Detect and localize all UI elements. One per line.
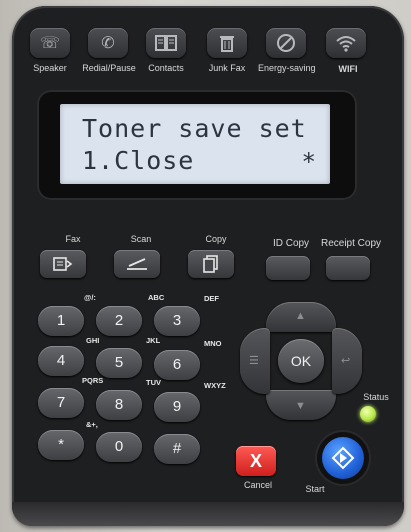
key-3-hint: DEF [204, 294, 219, 303]
key-8-hint: TUV [146, 378, 161, 387]
key-2[interactable]: 2 [96, 306, 142, 336]
scan-label: Scan [130, 234, 152, 244]
key-4-hint: GHI [86, 336, 100, 345]
start-diamond-icon [331, 446, 355, 470]
copy-label: Copy [205, 234, 227, 244]
trash-icon [220, 36, 234, 52]
key-7[interactable]: 7 [38, 388, 84, 418]
key-star-hint: &+, [86, 420, 98, 429]
key-1-hint: @/: [84, 293, 96, 302]
key-6-hint: MNO [204, 339, 222, 348]
energy-saving-label: Energy-saving [258, 63, 316, 73]
lcd-display: Toner save set 1.Close * [60, 104, 330, 184]
ok-button[interactable]: OK [278, 339, 324, 383]
navigation-pad: ▲ ▼ ☰ ↩ OK [240, 302, 362, 420]
receipt-copy-button[interactable] [326, 256, 370, 280]
junk-fax-button[interactable] [207, 28, 247, 58]
start-label: Start [305, 484, 325, 494]
id-copy-label: ID Copy [272, 238, 310, 249]
key-8[interactable]: 8 [96, 390, 142, 420]
key-1[interactable]: 1 [38, 306, 84, 336]
phone-icon: ☏ [39, 35, 60, 52]
scan-icon [127, 258, 147, 270]
receipt-copy-label: Receipt Copy [320, 238, 382, 249]
contacts-label: Contacts [148, 63, 184, 73]
lcd-selection-marker: * [301, 148, 316, 176]
speaker-button[interactable]: ☏ [30, 28, 70, 58]
key-7-hint: PQRS [82, 376, 104, 385]
fax-icon [53, 257, 73, 271]
leaf-icon [277, 34, 295, 52]
book-icon [155, 35, 177, 51]
wifi-button[interactable] [326, 28, 366, 58]
redial-pause-button[interactable]: ✆ [88, 28, 128, 58]
panel-bottom-edge [12, 502, 404, 526]
key-5-hint: JKL [146, 336, 161, 345]
nav-down-button[interactable]: ▼ [266, 390, 336, 420]
scan-button[interactable] [114, 250, 160, 278]
start-button[interactable] [322, 437, 364, 479]
nav-up-button[interactable]: ▲ [266, 302, 336, 332]
back-arrow-icon: ↩ [341, 355, 351, 367]
status-led-indicator [360, 406, 376, 422]
redial-phone-icon: ✆ [101, 35, 115, 52]
id-copy-button[interactable] [266, 256, 310, 280]
key-4[interactable]: 4 [38, 346, 84, 376]
wifi-label: WIFI [338, 64, 358, 74]
key-star[interactable]: * [38, 430, 84, 460]
contacts-button[interactable] [146, 28, 186, 58]
key-0[interactable]: 0 [96, 432, 142, 462]
down-arrow-icon: ▼ [295, 400, 306, 412]
redial-pause-label: Redial/Pause [82, 63, 136, 73]
key-9[interactable]: 9 [154, 392, 200, 422]
fax-button[interactable] [40, 250, 86, 278]
speaker-label: Speaker [33, 63, 67, 73]
key-3[interactable]: 3 [154, 306, 200, 336]
cancel-button[interactable]: X [236, 446, 276, 476]
nav-back-button[interactable]: ↩ [332, 328, 362, 394]
copy-button[interactable] [188, 250, 234, 278]
fax-label: Fax [65, 234, 81, 244]
key-6[interactable]: 6 [154, 350, 200, 380]
status-label: Status [363, 392, 389, 402]
copy-icon [203, 255, 218, 273]
wifi-icon [336, 36, 356, 52]
energy-saving-button[interactable] [266, 28, 306, 58]
lcd-line-1: Toner save set [82, 114, 307, 143]
key-hash[interactable]: # [154, 434, 200, 464]
key-9-hint: WXYZ [204, 381, 226, 390]
junk-fax-label: Junk Fax [208, 63, 246, 73]
key-5[interactable]: 5 [96, 348, 142, 378]
key-2-hint: ABC [148, 293, 165, 302]
cancel-label: Cancel [243, 480, 272, 490]
menu-icon: ☰ [249, 355, 259, 367]
nav-menu-button[interactable]: ☰ [240, 328, 270, 394]
up-arrow-icon: ▲ [295, 310, 306, 322]
lcd-line-2: 1.Close [82, 146, 195, 175]
